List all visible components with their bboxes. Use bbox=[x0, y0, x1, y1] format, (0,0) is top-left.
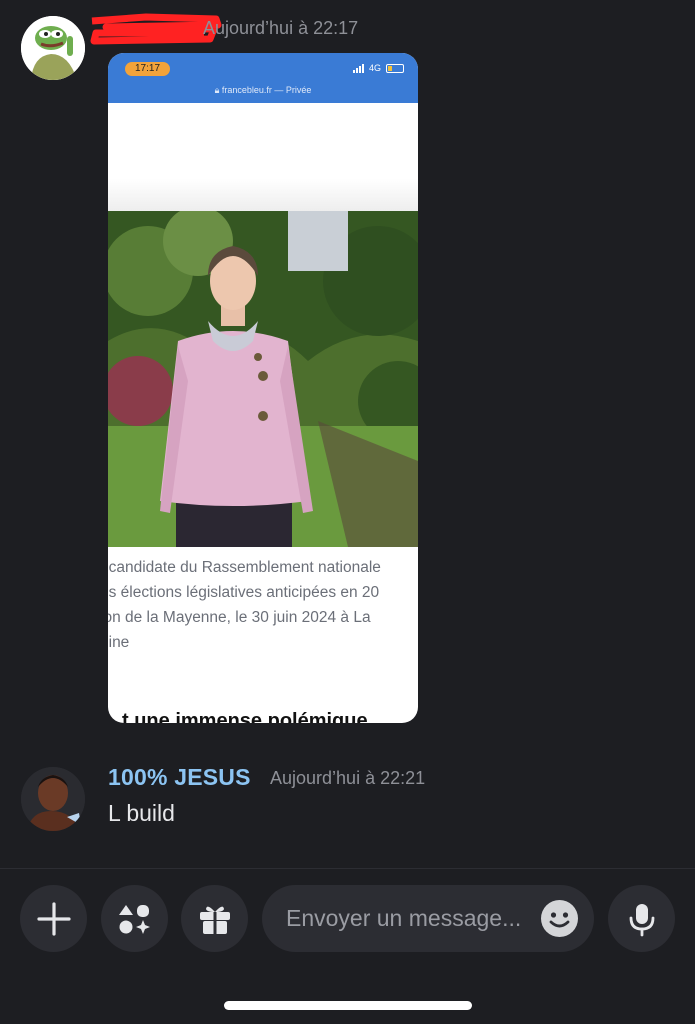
browser-status-bar: 17:17 4G 🔒︎ francebleu.fr — Privée bbox=[108, 53, 418, 103]
battery-icon bbox=[386, 63, 404, 73]
message-input-container[interactable] bbox=[262, 885, 594, 952]
microphone-icon bbox=[629, 903, 654, 936]
caption-line: , candidate du Rassemblement nationale bbox=[108, 559, 381, 576]
article-headline-fragment: t une immense polémique bbox=[122, 710, 368, 723]
message-input[interactable] bbox=[286, 905, 536, 932]
home-indicator[interactable] bbox=[224, 1001, 472, 1010]
apps-button[interactable] bbox=[101, 885, 168, 952]
message-text: L build bbox=[108, 800, 175, 826]
photo-caption: , candidate du Rassemblement nationale e… bbox=[108, 547, 418, 655]
message-timestamp: Aujourd’hui à 22:21 bbox=[270, 768, 426, 788]
apps-icon bbox=[118, 904, 150, 934]
emoji-button[interactable] bbox=[541, 900, 578, 937]
emoji-icon bbox=[541, 900, 578, 937]
image-attachment[interactable]: 17:17 4G 🔒︎ francebleu.fr — Privée , can… bbox=[108, 53, 418, 723]
plus-icon bbox=[36, 901, 71, 936]
status-indicators: 4G bbox=[352, 63, 404, 73]
lock-icon: 🔒︎ bbox=[214, 85, 222, 95]
network-label: 4G bbox=[368, 63, 381, 73]
url-text: francebleu.fr — Privée bbox=[221, 85, 312, 95]
caption-line: ion de la Mayenne, le 30 juin 2024 à La bbox=[108, 609, 371, 626]
article-photo bbox=[108, 211, 418, 547]
status-time: 17:17 bbox=[125, 62, 170, 76]
caption-line: bine bbox=[108, 634, 130, 651]
caption-line: es élections législatives anticipées en … bbox=[108, 584, 380, 601]
username[interactable]: 100% JESUS bbox=[108, 764, 251, 791]
page-blank-area bbox=[108, 103, 418, 211]
browser-url: 🔒︎ francebleu.fr — Privée bbox=[108, 85, 418, 96]
user-avatar-1[interactable] bbox=[21, 16, 85, 80]
composer-divider bbox=[0, 868, 695, 869]
signal-icon bbox=[352, 63, 364, 73]
gift-icon bbox=[199, 906, 230, 934]
add-attachment-button[interactable] bbox=[20, 885, 87, 952]
message-timestamp: Aujourd’hui à 22:17 bbox=[203, 18, 359, 38]
gift-button[interactable] bbox=[181, 885, 248, 952]
voice-message-button[interactable] bbox=[608, 885, 675, 952]
user-avatar-2[interactable] bbox=[21, 767, 85, 831]
